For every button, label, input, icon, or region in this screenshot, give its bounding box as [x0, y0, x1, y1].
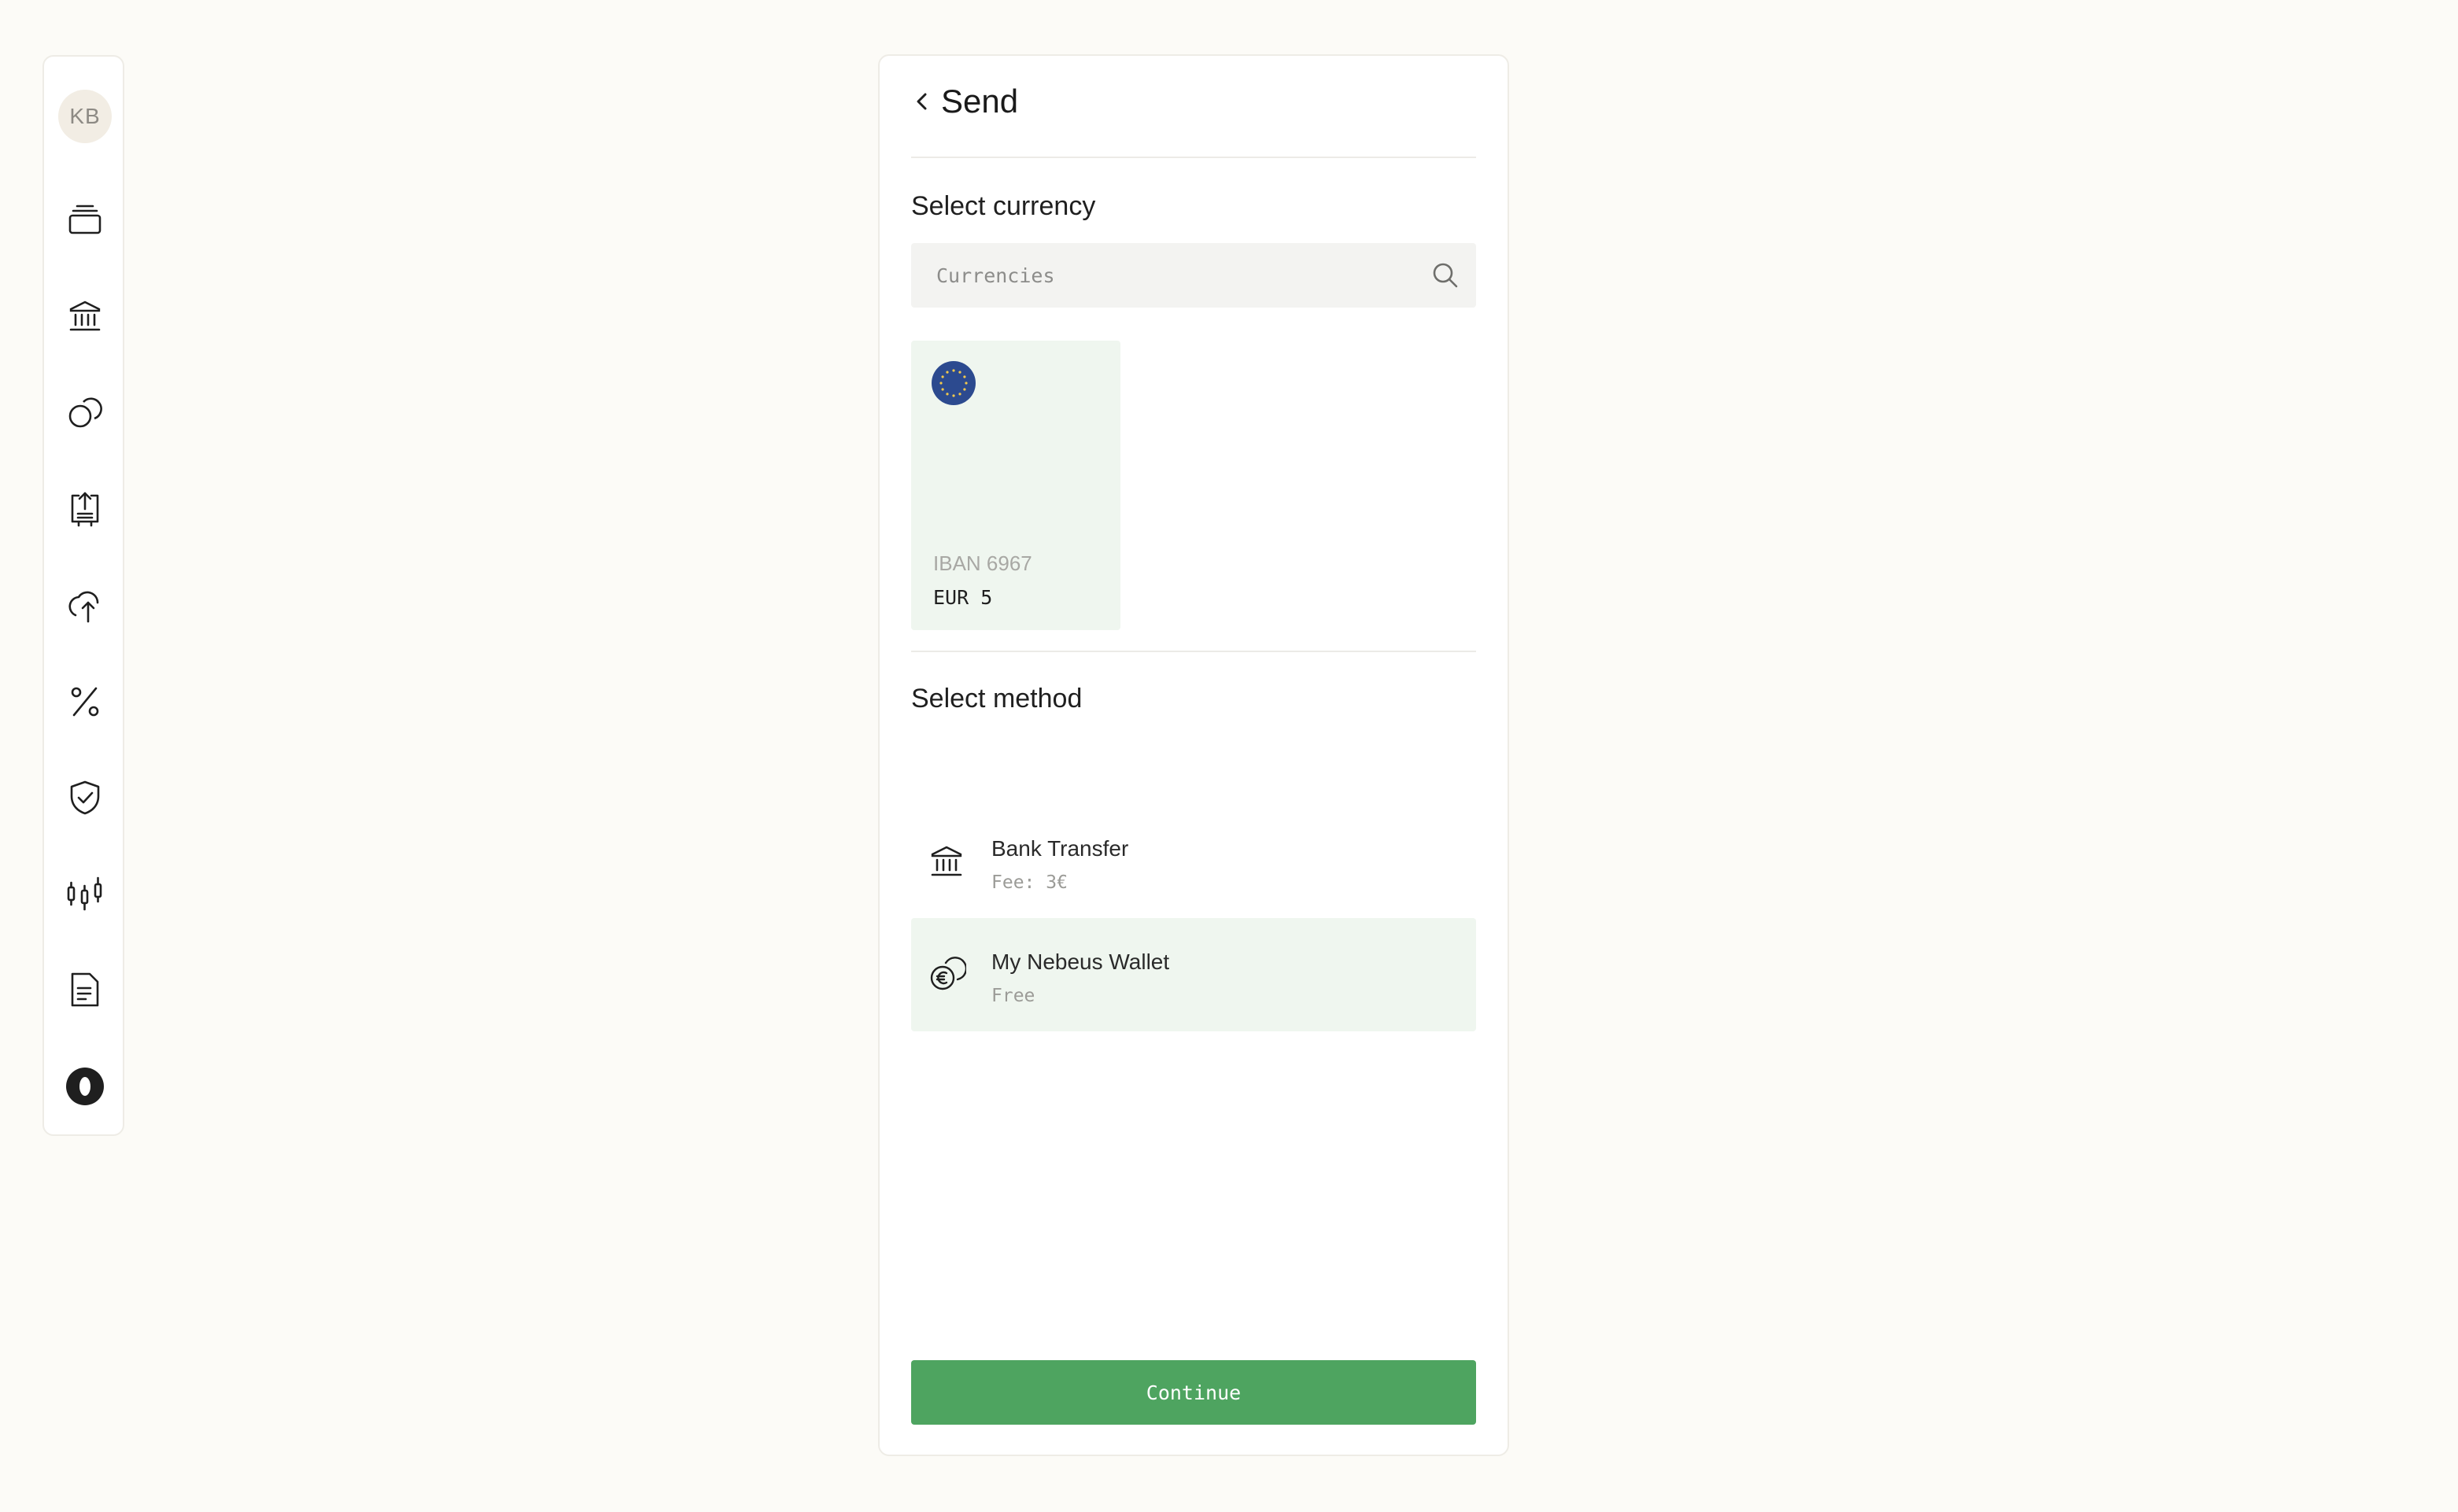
- method-fee: Fee: 3€: [991, 872, 1068, 893]
- bank-icon[interactable]: [65, 296, 105, 337]
- percent-icon[interactable]: [65, 681, 105, 722]
- method-name: Bank Transfer: [991, 836, 1129, 861]
- currency-card-eur[interactable]: IBAN 6967 EUR 5: [911, 341, 1120, 630]
- document-icon[interactable]: [65, 969, 105, 1010]
- continue-button[interactable]: Continue: [911, 1360, 1476, 1425]
- account-iban: IBAN 6967: [933, 551, 1032, 575]
- send-panel: Send Select currency IBAN 6967 EUR 5 Sel…: [878, 54, 1509, 1456]
- divider: [911, 157, 1476, 158]
- divider: [911, 651, 1476, 652]
- currency-search-input[interactable]: [935, 263, 1410, 288]
- bank-icon: [931, 846, 962, 876]
- sidebar: KB: [42, 55, 124, 1136]
- cards-stack-icon[interactable]: [65, 200, 105, 241]
- method-fee: Free: [991, 986, 1035, 1006]
- chevron-left-icon: [917, 93, 927, 110]
- currency-search: [911, 243, 1476, 308]
- eu-flag-icon: [932, 361, 976, 405]
- select-method-heading: Select method: [911, 684, 1083, 714]
- search-icon[interactable]: [1430, 260, 1460, 290]
- upload-icon[interactable]: [65, 489, 105, 529]
- avatar[interactable]: KB: [58, 90, 112, 143]
- candlestick-chart-icon[interactable]: [65, 873, 105, 914]
- method-bank-transfer[interactable]: Bank Transfer Fee: 3€: [911, 805, 1476, 918]
- shield-check-icon[interactable]: [65, 777, 105, 818]
- circle-logo-icon[interactable]: [65, 1066, 105, 1107]
- method-name: My Nebeus Wallet: [991, 950, 1170, 974]
- page-title: Send: [941, 83, 1019, 120]
- account-balance: EUR 5: [933, 586, 993, 609]
- euro-coins-icon: [930, 957, 966, 990]
- coins-icon[interactable]: [65, 393, 105, 433]
- method-nebeus-wallet[interactable]: My Nebeus Wallet Free: [911, 918, 1476, 1031]
- select-currency-heading: Select currency: [911, 191, 1096, 221]
- back-button[interactable]: Send: [911, 83, 1018, 120]
- cloud-upload-icon[interactable]: [65, 585, 105, 626]
